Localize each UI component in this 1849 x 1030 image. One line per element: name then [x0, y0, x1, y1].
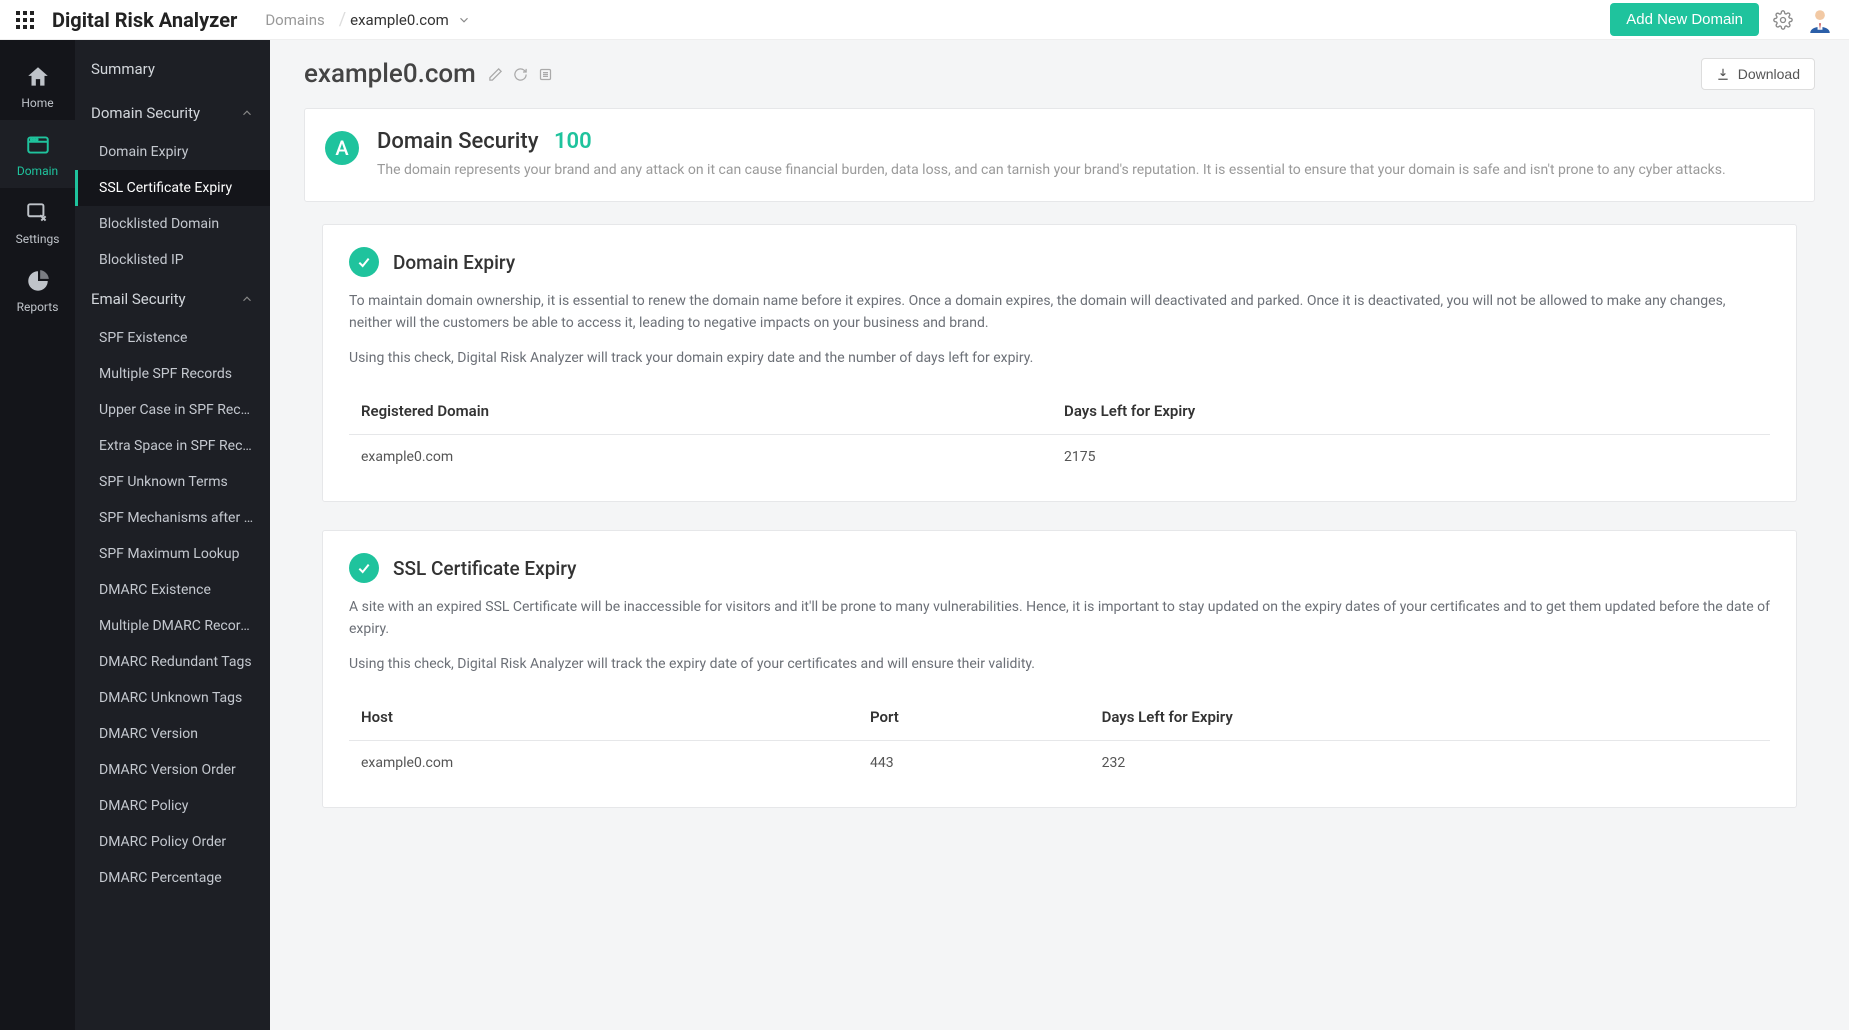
- list-icon[interactable]: [538, 67, 553, 82]
- sidebar-item[interactable]: Multiple SPF Records: [75, 356, 270, 392]
- domain-icon: [25, 132, 51, 158]
- sidebar-group-label: Email Security: [91, 290, 186, 308]
- home-icon: [25, 64, 51, 90]
- table-header: Registered Domain: [349, 388, 1052, 435]
- domain-selector[interactable]: example0.com: [350, 11, 471, 29]
- chevron-up-icon: [240, 106, 254, 120]
- rail-label: Home: [21, 96, 53, 110]
- table-cell: example0.com: [349, 741, 858, 786]
- check-title: Domain Expiry: [393, 251, 515, 274]
- rail-item-home[interactable]: Home: [0, 52, 75, 120]
- sidebar-item[interactable]: DMARC Version: [75, 716, 270, 752]
- sidebar-item[interactable]: DMARC Policy Order: [75, 824, 270, 860]
- sidebar-item-ssl-cert-expiry[interactable]: SSL Certificate Expiry: [75, 170, 270, 206]
- sidebar-item[interactable]: DMARC Percentage: [75, 860, 270, 896]
- table-row: example0.com2175: [349, 435, 1770, 480]
- sidebar-item-blocklisted-ip[interactable]: Blocklisted IP: [75, 242, 270, 278]
- table-header: Host: [349, 694, 858, 741]
- rail-label: Domain: [17, 164, 58, 178]
- summary-description: The domain represents your brand and any…: [377, 160, 1726, 181]
- nav-rail: Home Domain Settings Reports: [0, 40, 75, 1030]
- page-title: example0.com: [304, 59, 476, 89]
- sidebar: Summary Domain Security Domain Expiry SS…: [75, 40, 270, 1030]
- summary-score: 100: [554, 129, 592, 154]
- table-cell: 2175: [1052, 435, 1770, 480]
- sidebar-item[interactable]: DMARC Unknown Tags: [75, 680, 270, 716]
- apps-grid-icon[interactable]: [16, 11, 34, 29]
- sidebar-item[interactable]: Upper Case in SPF Recor...: [75, 392, 270, 428]
- download-button[interactable]: Download: [1701, 58, 1815, 90]
- rail-item-reports[interactable]: Reports: [0, 256, 75, 324]
- table-header: Days Left for Expiry: [1052, 388, 1770, 435]
- check-description: To maintain domain ownership, it is esse…: [349, 291, 1770, 334]
- domain-selector-label: example0.com: [350, 11, 449, 29]
- check-card: Domain Expiry To maintain domain ownershi…: [322, 224, 1797, 502]
- rail-label: Reports: [17, 300, 59, 314]
- rail-item-domain[interactable]: Domain: [0, 120, 75, 188]
- rail-item-settings[interactable]: Settings: [0, 188, 75, 256]
- settings-icon: [25, 200, 51, 226]
- table-header: Port: [858, 694, 1090, 741]
- sidebar-item[interactable]: DMARC Redundant Tags: [75, 644, 270, 680]
- sidebar-item[interactable]: Multiple DMARC Records: [75, 608, 270, 644]
- sidebar-item-blocklisted-domain[interactable]: Blocklisted Domain: [75, 206, 270, 242]
- page-header: example0.com Download: [304, 58, 1815, 90]
- sidebar-item[interactable]: DMARC Existence: [75, 572, 270, 608]
- chevron-down-icon: [457, 13, 471, 27]
- refresh-icon[interactable]: [513, 67, 528, 82]
- sidebar-item[interactable]: Extra Space in SPF Record: [75, 428, 270, 464]
- reports-icon: [25, 268, 51, 294]
- sidebar-item[interactable]: SPF Existence: [75, 320, 270, 356]
- sidebar-item[interactable]: SPF Unknown Terms: [75, 464, 270, 500]
- sidebar-group-domain-security[interactable]: Domain Security: [75, 92, 270, 134]
- sidebar-item[interactable]: SPF Maximum Lookup: [75, 536, 270, 572]
- sidebar-item[interactable]: SPF Mechanisms after "all": [75, 500, 270, 536]
- check-card: SSL Certificate Expiry A site with an exp…: [322, 530, 1797, 808]
- sidebar-item[interactable]: DMARC Version Order: [75, 752, 270, 788]
- gear-icon[interactable]: [1773, 10, 1793, 30]
- check-table: HostPortDays Left for Expiryexample0.com…: [349, 694, 1770, 785]
- add-domain-button[interactable]: Add New Domain: [1610, 3, 1759, 36]
- chevron-up-icon: [240, 292, 254, 306]
- check-description: A site with an expired SSL Certificate w…: [349, 597, 1770, 640]
- check-success-icon: [349, 553, 379, 583]
- check-description: Using this check, Digital Risk Analyzer …: [349, 348, 1770, 370]
- app-title: Digital Risk Analyzer: [52, 8, 237, 32]
- grade-badge: A: [325, 131, 359, 165]
- sidebar-item[interactable]: DMARC Policy: [75, 788, 270, 824]
- table-header: Days Left for Expiry: [1090, 694, 1770, 741]
- sidebar-item-domain-expiry[interactable]: Domain Expiry: [75, 134, 270, 170]
- check-table: Registered DomainDays Left for Expiryexa…: [349, 388, 1770, 479]
- table-row: example0.com443232: [349, 741, 1770, 786]
- table-cell: 232: [1090, 741, 1770, 786]
- check-title: SSL Certificate Expiry: [393, 557, 576, 580]
- topbar: Digital Risk Analyzer Domains / example0…: [0, 0, 1849, 40]
- breadcrumb-separator: /: [339, 9, 346, 30]
- summary-card: A Domain Security 100 The domain represe…: [304, 108, 1815, 202]
- summary-heading: Domain Security 100: [377, 129, 1726, 154]
- check-success-icon: [349, 247, 379, 277]
- sidebar-summary[interactable]: Summary: [75, 40, 270, 92]
- download-icon: [1716, 67, 1730, 81]
- table-cell: example0.com: [349, 435, 1052, 480]
- avatar[interactable]: [1807, 7, 1833, 33]
- rail-label: Settings: [16, 232, 60, 246]
- sidebar-group-label: Domain Security: [91, 104, 200, 122]
- check-description: Using this check, Digital Risk Analyzer …: [349, 654, 1770, 676]
- edit-icon[interactable]: [488, 67, 503, 82]
- sidebar-group-email-security[interactable]: Email Security: [75, 278, 270, 320]
- table-cell: 443: [858, 741, 1090, 786]
- main-content: example0.com Download A: [270, 40, 1849, 1030]
- breadcrumb[interactable]: Domains: [265, 11, 324, 29]
- download-label: Download: [1738, 66, 1800, 82]
